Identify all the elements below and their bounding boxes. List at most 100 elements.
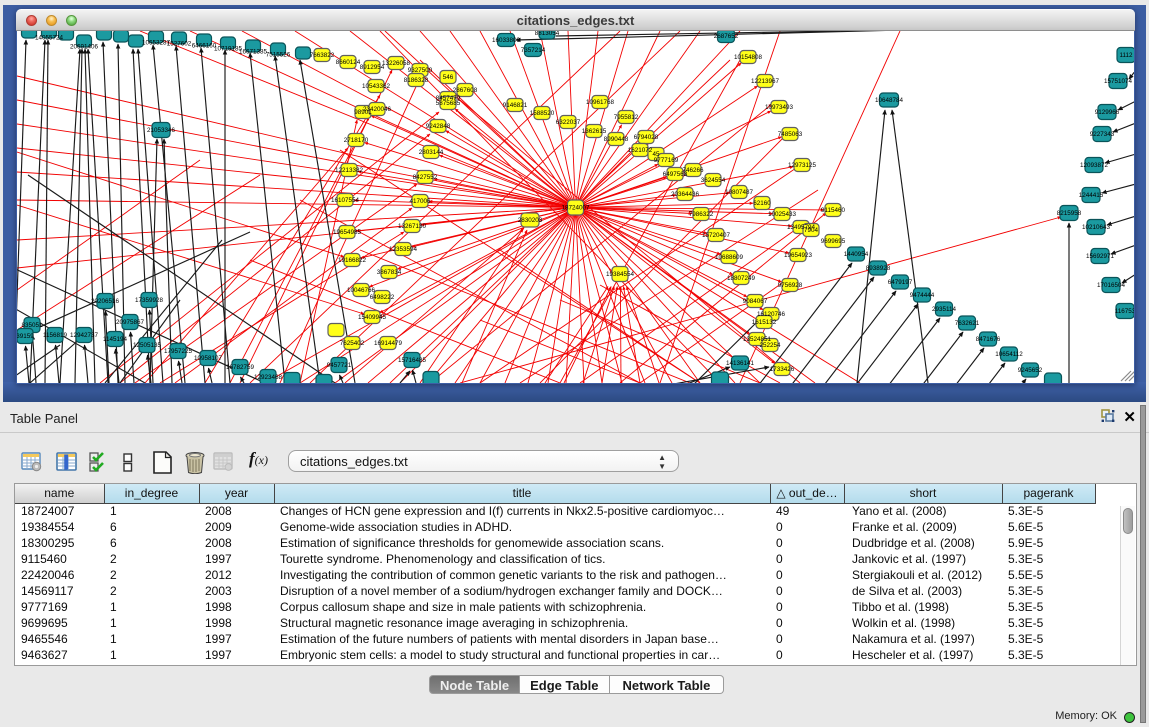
svg-text:7955812: 7955812 [614, 114, 639, 121]
svg-text:12213967: 12213967 [751, 78, 780, 85]
svg-text:14136141: 14136141 [726, 360, 755, 367]
svg-text:12923468: 12923468 [254, 374, 283, 381]
svg-text:19384554: 19384554 [606, 271, 635, 278]
svg-text:1244415: 1244415 [1079, 192, 1104, 199]
svg-text:39159: 39159 [17, 333, 34, 340]
svg-text:1527602: 1527602 [167, 41, 192, 48]
svg-text:9227343: 9227343 [1090, 131, 1115, 138]
svg-text:13226058: 13226058 [382, 60, 411, 67]
svg-text:16671385: 16671385 [239, 49, 268, 56]
svg-text:6479197: 6479197 [888, 279, 913, 286]
svg-text:417006: 417006 [409, 198, 431, 205]
svg-text:9115460: 9115460 [821, 207, 846, 214]
svg-text:12942737: 12942737 [70, 332, 99, 339]
svg-text:62160: 62160 [753, 200, 771, 207]
svg-text:10046766: 10046766 [347, 287, 376, 294]
svg-text:7663822: 7663822 [310, 52, 335, 59]
svg-text:12093872: 12093872 [1080, 162, 1109, 169]
svg-text:18807249: 18807249 [727, 275, 756, 282]
svg-text:6498222: 6498222 [370, 294, 395, 301]
svg-text:1112: 1112 [1119, 52, 1133, 59]
svg-text:9474444: 9474444 [910, 292, 935, 299]
svg-text:16782759: 16782759 [226, 364, 255, 371]
svg-text:12213382: 12213382 [335, 167, 364, 174]
svg-text:12973125: 12973125 [788, 162, 817, 169]
svg-text:7904: 7904 [804, 227, 819, 234]
svg-text:15692971: 15692971 [1086, 253, 1115, 260]
svg-text:9146821: 9146821 [503, 102, 528, 109]
svg-text:2830203: 2830203 [518, 217, 543, 224]
svg-text:1156819: 1156819 [43, 332, 68, 339]
svg-text:2935114: 2935114 [932, 306, 957, 313]
svg-text:546: 546 [443, 74, 454, 81]
svg-text:9245652: 9245652 [1018, 367, 1043, 374]
svg-text:20364436: 20364436 [671, 191, 700, 198]
svg-text:10688609: 10688609 [715, 254, 744, 261]
svg-text:9777169: 9777169 [654, 157, 679, 164]
svg-text:17016504: 17016504 [1097, 282, 1126, 289]
svg-text:12353594: 12353594 [389, 246, 418, 253]
svg-text:252254: 252254 [759, 342, 781, 349]
svg-text:10958107: 10958107 [194, 355, 223, 362]
svg-text:1733426: 1733426 [770, 366, 795, 373]
svg-text:14055724: 14055724 [35, 35, 64, 42]
svg-text:16107554: 16107554 [331, 197, 360, 204]
svg-text:8660124: 8660124 [336, 59, 361, 66]
svg-text:9756928: 9756928 [778, 282, 803, 289]
svg-text:7986322: 7986322 [689, 211, 714, 218]
svg-text:10807487: 10807487 [725, 189, 754, 196]
svg-text:23420046: 23420046 [363, 106, 392, 113]
svg-text:19166822: 19166822 [338, 257, 367, 264]
svg-text:8427552: 8427552 [413, 174, 438, 181]
svg-text:20206516: 20206516 [91, 298, 120, 305]
svg-text:17957225: 17957225 [164, 348, 193, 355]
svg-text:116753: 116753 [1115, 308, 1134, 315]
svg-text:2687652: 2687652 [714, 33, 739, 40]
svg-text:3867834: 3867834 [377, 269, 402, 276]
svg-text:17359928: 17359928 [135, 297, 164, 304]
svg-text:1440954: 1440954 [844, 251, 869, 258]
svg-text:10154808: 10154808 [734, 54, 763, 61]
svg-text:10025433: 10025433 [768, 211, 797, 218]
svg-text:19654985: 19654985 [333, 229, 362, 236]
svg-text:835051: 835051 [21, 322, 43, 329]
svg-text:9457721: 9457721 [327, 362, 352, 369]
svg-text:15751074: 15751074 [1104, 78, 1133, 85]
svg-text:8471676: 8471676 [976, 336, 1001, 343]
svg-text:8215958: 8215958 [1057, 210, 1082, 217]
svg-text:10654112: 10654112 [995, 351, 1023, 358]
svg-text:18724007: 18724007 [561, 205, 590, 212]
svg-text:10210643: 10210643 [1082, 224, 1111, 231]
svg-text:8990448: 8990448 [604, 136, 629, 143]
svg-text:8186328: 8186328 [404, 77, 429, 84]
svg-text:20691406: 20691406 [70, 44, 99, 51]
svg-text:1362615: 1362615 [582, 128, 607, 135]
svg-text:16033809: 16033809 [492, 37, 521, 44]
svg-text:9129966: 9129966 [1095, 109, 1120, 116]
svg-text:9327500: 9327500 [408, 67, 433, 74]
svg-text:2803144: 2803144 [419, 149, 444, 156]
svg-text:10973493: 10973493 [765, 104, 794, 111]
svg-text:13267130: 13267130 [398, 223, 427, 230]
svg-text:10648784: 10648784 [875, 97, 904, 104]
svg-text:8813054: 8813054 [535, 31, 560, 37]
svg-text:6794028: 6794028 [634, 134, 659, 141]
svg-text:15720407: 15720407 [702, 232, 731, 239]
svg-text:6322037: 6322037 [556, 119, 581, 126]
svg-text:12505135: 12505135 [133, 342, 162, 349]
svg-text:10961768: 10961768 [586, 99, 615, 106]
svg-text:9699695: 9699695 [821, 238, 846, 245]
svg-text:7625402: 7625402 [340, 340, 365, 347]
svg-text:15409945: 15409945 [358, 314, 387, 321]
svg-text:3624554: 3624554 [701, 177, 726, 184]
svg-text:9242848: 9242848 [426, 123, 451, 130]
svg-text:1615132: 1615132 [752, 319, 777, 326]
svg-text:2867608: 2867608 [453, 87, 478, 94]
svg-text:7357214: 7357214 [521, 47, 546, 54]
svg-text:15716485: 15716485 [398, 357, 427, 364]
svg-text:19654923: 19654923 [784, 252, 813, 259]
svg-text:5875685: 5875685 [436, 100, 461, 107]
svg-text:16120746: 16120746 [757, 311, 786, 318]
svg-text:7515526: 7515526 [266, 52, 291, 59]
svg-text:7632621: 7632621 [955, 320, 980, 327]
